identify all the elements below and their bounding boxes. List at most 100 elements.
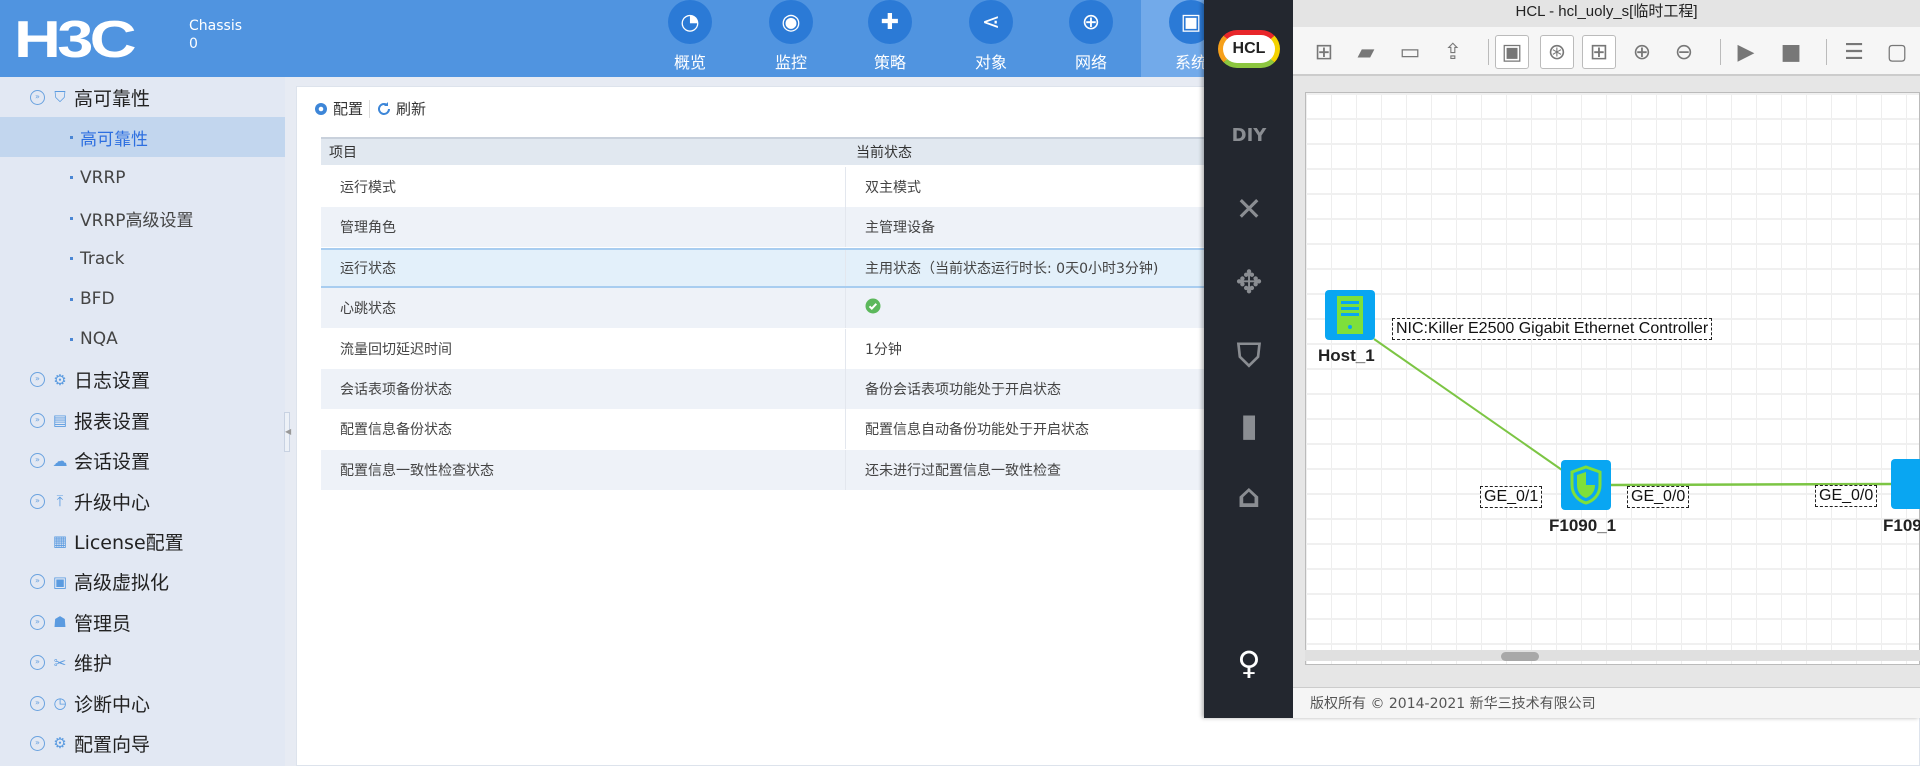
monitor-camera-icon: ◉ (769, 0, 813, 44)
horizontal-scrollbar[interactable] (1305, 650, 1920, 661)
sidebar-item-label: BFD (80, 289, 115, 309)
nav-label: 监控 (774, 53, 807, 72)
sidebar-item[interactable]: BFD (0, 279, 285, 319)
refresh-button[interactable]: 刷新 (376, 98, 426, 119)
expand-icon[interactable]: » (30, 574, 45, 590)
nav-label: 对象 (974, 53, 1007, 72)
license-icon: ▦ (52, 532, 68, 551)
refresh-label: 刷新 (396, 100, 427, 118)
expand-icon[interactable]: » (30, 655, 45, 671)
hcl-footer: 版权所有 © 2014-2021 新华三技术有限公司 (1293, 687, 1920, 718)
row-item: 配置信息备份状态 (340, 422, 452, 439)
link-host-fw1[interactable] (1373, 338, 1563, 471)
admin-icon: ☗ (53, 613, 67, 632)
sidebar-item-label: VRRP高级设置 (80, 210, 194, 231)
firewall-label-1: F1090_1 (1549, 516, 1617, 535)
sidebar-item-label: 日志设置 (74, 370, 151, 393)
row-item: 运行模式 (340, 180, 396, 196)
scrollbar-thumb[interactable] (1501, 652, 1539, 661)
sidebar-item-label: Track (80, 248, 125, 269)
shield-plus-icon: ✚ (868, 0, 912, 44)
sidebar-item[interactable]: 高可靠性 (0, 117, 285, 158)
sidebar-item[interactable]: » ⚙ 日志设置 (0, 360, 285, 400)
topology-links (1373, 338, 1895, 487)
column-divider (845, 249, 846, 286)
row-status (865, 298, 881, 318)
expand-icon[interactable]: » (30, 453, 45, 469)
diagnosis-icon: ◷ (53, 694, 67, 712)
host-device[interactable] (1325, 290, 1375, 340)
column-divider (845, 328, 846, 369)
expand-icon[interactable]: » (30, 372, 45, 388)
upload-icon: ⤒ (56, 492, 64, 510)
nav-shield-plus[interactable]: ✚ 策略 (840, 0, 940, 77)
nav-label: 网络 (1074, 53, 1107, 72)
sidebar-item[interactable]: » ◷ 诊断中心 (0, 683, 285, 723)
expand-icon[interactable]: » (30, 695, 45, 711)
sidebar-item[interactable]: » ▣ 高级虚拟化 (0, 562, 285, 602)
nav-monitor-camera[interactable]: ◉ 监控 (741, 0, 841, 77)
nic-label: NIC:Killer E2500 Gigabit Ethernet Contro… (1392, 318, 1713, 340)
bullet-icon (70, 257, 73, 261)
chassis-indicator: Chassis 0 (189, 17, 242, 53)
row-status: 配置信息自动备份功能处于开启状态 (865, 422, 1089, 439)
sidebar-item-label: 维护 (74, 653, 113, 676)
sidebar-item[interactable]: Track (0, 239, 285, 279)
sidebar-item-label: 高级虚拟化 (74, 572, 170, 595)
sidebar-item[interactable]: VRRP (0, 158, 285, 198)
sidebar-item[interactable]: » ⤒ 升级中心 (0, 481, 285, 521)
tools-icon: ✂ (53, 653, 67, 672)
sidebar-collapse-handle[interactable]: ◀ (284, 412, 291, 452)
sidebar-item[interactable]: » ✂ 维护 (0, 643, 285, 683)
session-icon: ☁ (52, 451, 68, 470)
sidebar-item[interactable]: NQA (0, 319, 285, 359)
sidebar-item[interactable]: » ⛉ 高可靠性 (0, 77, 285, 117)
sidebar-item-label: 会话设置 (74, 451, 151, 474)
globe-icon: ⊕ (1069, 0, 1113, 44)
bullet-icon (70, 337, 73, 341)
sidebar-item[interactable]: » ☗ 管理员 (0, 602, 285, 642)
wizard-icon: ⚙ (53, 734, 67, 753)
chassis-label: Chassis (189, 18, 242, 34)
sidebar-item-label: 配置向导 (74, 733, 151, 756)
sidebar-item[interactable]: » ☁ 会话设置 (0, 441, 285, 481)
chassis-value: 0 (189, 36, 198, 52)
nav-dashboard[interactable]: ◔ 概览 (640, 0, 740, 77)
row-status: 双主模式 (865, 180, 921, 196)
row-item: 流量回切延迟时间 (340, 341, 452, 358)
firewall-device-2[interactable] (1891, 459, 1920, 509)
report-icon: ▤ (52, 411, 68, 430)
bullet-icon (70, 297, 73, 301)
log-settings-icon: ⚙ (53, 370, 67, 389)
column-divider (845, 369, 846, 409)
dashboard-icon: ◔ (668, 0, 712, 44)
port-label-ge0-0: GE_0/0 (1627, 486, 1690, 508)
firewall-device-1[interactable] (1561, 460, 1611, 510)
sidebar-item-label: 高可靠性 (80, 129, 148, 150)
row-item: 运行状态 (340, 260, 396, 277)
expand-icon[interactable]: » (30, 735, 45, 751)
config-button[interactable]: 配置 (313, 98, 363, 119)
sidebar-item[interactable]: VRRP高级设置 (0, 198, 285, 238)
shield-icon: ⛉ (54, 88, 66, 106)
host-label: Host_1 (1318, 346, 1375, 365)
sidebar: » ⛉ 高可靠性 高可靠性 VRRP VRRP高级设置 Track BFD NQA» ⚙ 日志设置»… (0, 77, 285, 766)
sidebar-item-label: 诊断中心 (74, 693, 151, 716)
firewall-label-2: F109 (1883, 516, 1920, 535)
firewall-icon (1570, 465, 1602, 505)
expand-icon[interactable]: » (30, 614, 45, 630)
column-divider (845, 409, 846, 450)
sidebar-item-label: 升级中心 (74, 491, 151, 514)
sidebar-item[interactable]: ▦ License配置 (0, 521, 285, 561)
host-icon (1337, 296, 1363, 334)
nav-globe[interactable]: ⊕ 网络 (1041, 0, 1141, 77)
bullet-icon (70, 135, 73, 139)
gear-icon (315, 102, 327, 115)
expand-icon[interactable]: » (30, 493, 45, 509)
sidebar-item[interactable]: » ⚙ 配置向导 (0, 723, 285, 763)
expand-icon[interactable]: » (30, 89, 45, 105)
expand-icon[interactable]: » (30, 412, 45, 428)
sidebar-item[interactable]: » ▤ 报表设置 (0, 400, 285, 440)
refresh-icon (378, 101, 391, 115)
nav-share-nodes[interactable]: ⋖ 对象 (941, 0, 1041, 77)
